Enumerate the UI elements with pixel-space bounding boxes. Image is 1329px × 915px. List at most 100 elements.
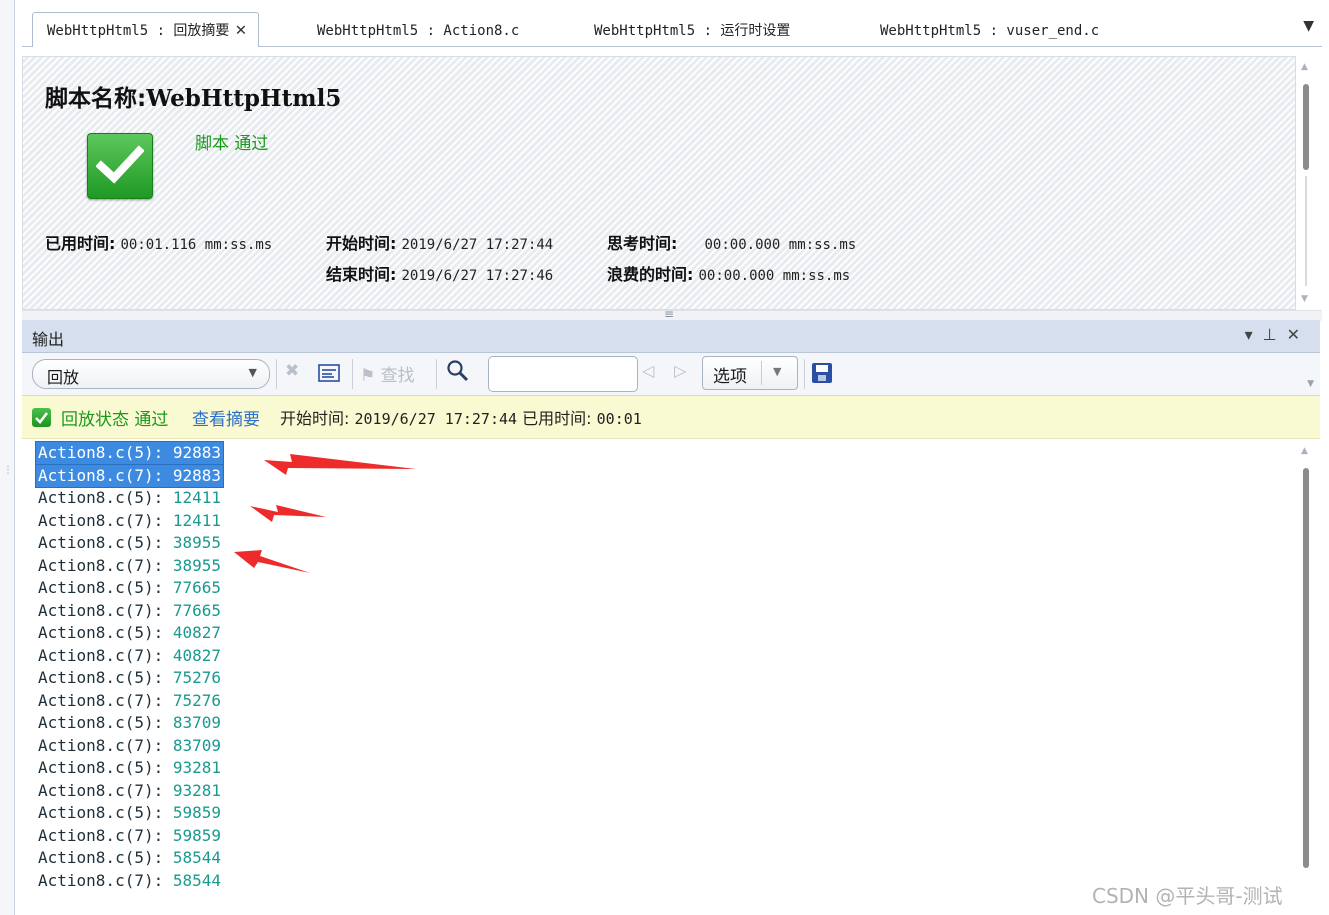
close-icon[interactable]: ✕ bbox=[235, 19, 246, 40]
log-line[interactable]: Action8.c(7): 77665 bbox=[36, 600, 223, 622]
log-line[interactable]: Action8.c(7): 12411 bbox=[36, 510, 223, 532]
log-line[interactable]: Action8.c(5): 77665 bbox=[36, 577, 223, 599]
editor-tab-bar: WebHttpHtml5 : 回放摘要 ✕ WebHttpHtml5 : Acti… bbox=[22, 10, 1322, 47]
start-time-label: 开始时间: bbox=[326, 234, 397, 253]
log-line-source: Action8.c(7): bbox=[38, 510, 164, 530]
log-line[interactable]: Action8.c(7): 40827 bbox=[36, 645, 223, 667]
script-title: 脚本名称:WebHttpHtml5 bbox=[45, 79, 341, 113]
find-button[interactable]: ⚑ 查找 bbox=[360, 361, 415, 386]
log-line[interactable]: Action8.c(7): 75276 bbox=[36, 690, 223, 712]
find-next-icon[interactable]: ▷ bbox=[674, 361, 686, 380]
log-line[interactable]: Action8.c(7): 58544 bbox=[36, 870, 223, 892]
wrap-icon[interactable] bbox=[318, 363, 340, 388]
options-button[interactable]: 选项 ▼ bbox=[702, 356, 798, 390]
search-icon[interactable] bbox=[446, 359, 470, 388]
find-input[interactable] bbox=[488, 356, 638, 392]
status-check-icon bbox=[32, 408, 51, 427]
dropdown-value: 回放 bbox=[47, 368, 80, 387]
log-line[interactable]: Action8.c(7): 38955 bbox=[36, 555, 223, 577]
log-line[interactable]: Action8.c(7): 83709 bbox=[36, 735, 223, 757]
view-summary-link[interactable]: 查看摘要 bbox=[192, 405, 260, 430]
scroll-up-icon[interactable]: ▲ bbox=[1301, 62, 1308, 72]
tab-runtime-settings[interactable]: WebHttpHtml5 : 运行时设置 bbox=[594, 16, 790, 46]
log-line-source: Action8.c(5): bbox=[38, 668, 164, 687]
log-line-value: 38955 bbox=[172, 533, 222, 552]
think-time-label: 思考时间: bbox=[607, 234, 678, 253]
log-line-value: 40827 bbox=[172, 645, 222, 665]
log-line-source: Action8.c(5): bbox=[38, 623, 164, 642]
scroll-thumb[interactable] bbox=[1303, 84, 1309, 170]
elapsed-time-label: 已用时间: bbox=[45, 234, 116, 253]
log-line-value: 58544 bbox=[172, 870, 222, 890]
output-source-dropdown[interactable]: 回放 ▼ bbox=[32, 359, 270, 389]
log-line-source: Action8.c(7): bbox=[38, 465, 164, 485]
tab-label: WebHttpHtml5 : Action8.c bbox=[317, 23, 520, 39]
log-line[interactable]: Action8.c(5): 40827 bbox=[36, 622, 223, 644]
log-line-source: Action8.c(5): bbox=[38, 848, 164, 867]
summary-scrollbar[interactable]: ▲ ▼ bbox=[1299, 56, 1313, 308]
log-line-source: Action8.c(7): bbox=[38, 735, 164, 755]
log-line[interactable]: Action8.c(5): 12411 bbox=[36, 487, 223, 509]
dock-grip-icon[interactable]: ⋮ bbox=[3, 465, 13, 476]
log-line-source: Action8.c(5): bbox=[38, 488, 164, 507]
log-line-value: 75276 bbox=[172, 668, 222, 687]
log-line[interactable]: Action8.c(5): 92883 bbox=[34, 441, 225, 465]
log-line-source: Action8.c(7): bbox=[38, 780, 164, 800]
start-time-value: 2019/6/27 17:27:44 bbox=[401, 237, 554, 253]
find-previous-icon[interactable]: ◁ bbox=[642, 361, 654, 380]
log-line-value: 77665 bbox=[172, 578, 222, 597]
log-line[interactable]: Action8.c(5): 93281 bbox=[36, 757, 223, 779]
script-result-text: 脚本 通过 bbox=[195, 134, 269, 154]
elapsed-time: 已用时间: 00:01.116 mm:ss.ms bbox=[45, 230, 272, 254]
toolbar-overflow-icon[interactable]: ▼ bbox=[1307, 379, 1314, 389]
log-line[interactable]: Action8.c(5): 59859 bbox=[36, 802, 223, 824]
think-time-value: 00:00.000 mm:ss.ms bbox=[704, 237, 857, 253]
splitter-grip-icon[interactable]: ≡ bbox=[664, 307, 674, 321]
tab-action8[interactable]: WebHttpHtml5 : Action8.c bbox=[317, 16, 519, 46]
log-line-value: 12411 bbox=[172, 510, 222, 530]
log-line-source: Action8.c(7): bbox=[38, 555, 164, 575]
tab-vuser-end[interactable]: WebHttpHtml5 : vuser_end.c bbox=[880, 16, 1099, 46]
clear-icon[interactable]: ✖ bbox=[285, 361, 299, 381]
scroll-up-icon[interactable]: ▲ bbox=[1301, 446, 1308, 456]
chevron-down-icon: ▼ bbox=[248, 366, 257, 379]
log-line-source: Action8.c(7): bbox=[38, 870, 164, 890]
log-line[interactable]: Action8.c(5): 75276 bbox=[36, 667, 223, 689]
tab-label: WebHttpHtml5 : 运行时设置 bbox=[594, 23, 791, 39]
log-line[interactable]: Action8.c(7): 92883 bbox=[34, 463, 225, 488]
log-line-source: Action8.c(5): bbox=[38, 713, 164, 732]
wasted-time-value: 00:00.000 mm:ss.ms bbox=[698, 268, 851, 284]
scroll-thumb[interactable] bbox=[1303, 468, 1309, 868]
toolbar-divider bbox=[436, 359, 437, 389]
scroll-down-icon[interactable]: ▼ bbox=[1301, 294, 1308, 304]
output-log[interactable]: Action8.c(5): 92883 Action8.c(7): 92883 Ac… bbox=[22, 440, 1300, 910]
chevron-down-icon[interactable]: ▼ bbox=[773, 365, 781, 378]
status-meta: 开始时间: 2019/6/27 17:27:44 已用时间: 00:01 bbox=[280, 405, 642, 429]
pin-icon[interactable]: ⊥ bbox=[1263, 325, 1287, 344]
log-line[interactable]: Action8.c(7): 93281 bbox=[36, 780, 223, 802]
log-scrollbar[interactable]: ▲ bbox=[1299, 444, 1313, 904]
tab-list-menu-icon[interactable]: ▼ bbox=[1303, 18, 1314, 34]
log-line-value: 40827 bbox=[172, 623, 222, 642]
tab-label: WebHttpHtml5 : vuser_end.c bbox=[880, 23, 1100, 39]
log-line-value: 83709 bbox=[172, 713, 222, 732]
log-line-source: Action8.c(5): bbox=[38, 758, 164, 777]
left-dock-edge: ⋮ bbox=[0, 0, 15, 915]
log-line[interactable]: Action8.c(5): 58544 bbox=[36, 847, 223, 869]
save-icon[interactable] bbox=[812, 363, 832, 383]
output-title: 输出 bbox=[32, 330, 65, 349]
toolbar-divider bbox=[804, 359, 805, 389]
close-icon[interactable]: ✕ bbox=[1287, 325, 1310, 344]
log-line[interactable]: Action8.c(5): 83709 bbox=[36, 712, 223, 734]
script-name: WebHttpHtml5 bbox=[146, 85, 342, 112]
script-title-label: 脚本名称: bbox=[45, 86, 147, 112]
log-line-value: 75276 bbox=[172, 690, 222, 710]
tab-replay-summary[interactable]: WebHttpHtml5 : 回放摘要 ✕ bbox=[32, 12, 260, 47]
log-line-value: 59859 bbox=[172, 803, 222, 822]
replay-status-label: 回放状态 通过 bbox=[61, 410, 169, 430]
log-line[interactable]: Action8.c(5): 38955 bbox=[36, 532, 223, 554]
log-line[interactable]: Action8.c(7): 59859 bbox=[36, 825, 223, 847]
panel-menu-icon[interactable]: ▾ bbox=[1245, 325, 1263, 344]
output-toolbar: 回放 ▼ ✖ ⚑ 查找 ◁ ▷ 选项 ▼ ▼ bbox=[22, 353, 1320, 396]
log-line-source: Action8.c(7): bbox=[38, 645, 164, 665]
